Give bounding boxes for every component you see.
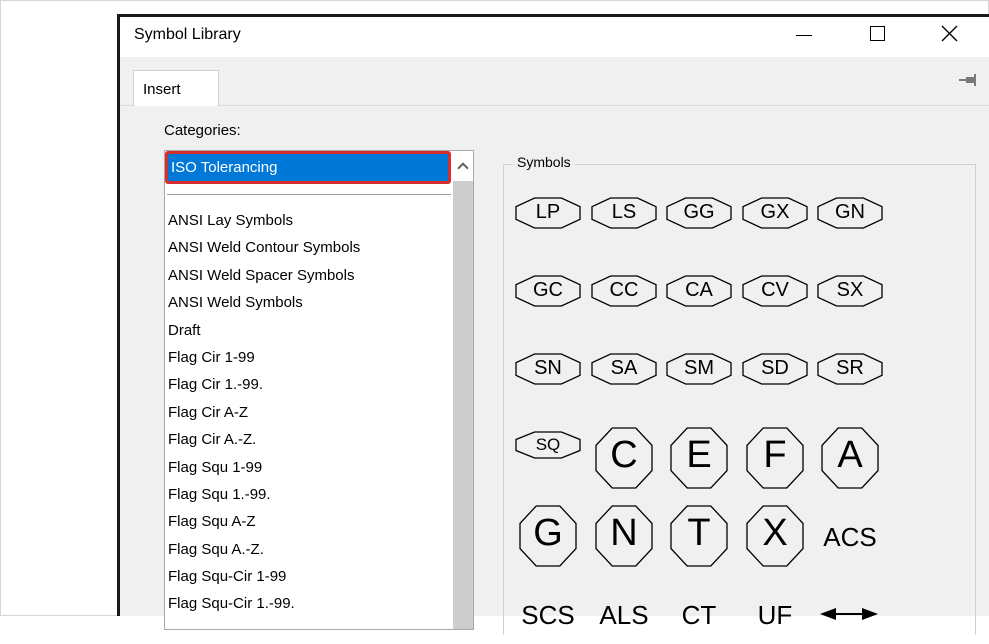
symbol-ct[interactable]: CT xyxy=(667,584,731,644)
symbol-sm[interactable]: SM xyxy=(666,352,732,412)
symbol-t[interactable]: T xyxy=(667,505,731,567)
symbol-double-arrow[interactable] xyxy=(818,584,882,644)
symbol-label: SQ xyxy=(535,435,561,454)
symbol-scs[interactable]: SCS xyxy=(516,584,580,644)
close-button[interactable] xyxy=(926,17,972,53)
category-list-item[interactable]: Flag Squ-Cir 1.-99. xyxy=(168,590,452,617)
symbol-gc[interactable]: GC xyxy=(515,274,581,334)
tab-insert[interactable]: Insert xyxy=(133,70,219,106)
pin-icon[interactable] xyxy=(957,71,979,89)
list-separator xyxy=(167,194,451,195)
symbol-label: LS xyxy=(611,201,637,223)
symbols-grid: LP LS GG GX GN GC CC CA CV SX SN SA SM SD SR SQ C E F A G N T X… xyxy=(515,196,936,630)
category-list-item[interactable]: Flag Cir 1-99 xyxy=(168,344,452,371)
category-list-item[interactable]: Flag Cir 1.-99. xyxy=(168,371,452,398)
symbol-label: LP xyxy=(535,201,561,223)
symbol-ca[interactable]: CA xyxy=(666,274,732,334)
window-title: Symbol Library xyxy=(134,26,241,43)
symbol-label: N xyxy=(610,512,638,554)
category-list-item[interactable]: ANSI Weld Spacer Symbols xyxy=(168,262,452,289)
symbol-library-window: Symbol Library Insert Categories: ISO To… xyxy=(117,14,989,635)
symbol-g[interactable]: G xyxy=(516,505,580,567)
symbol-lp[interactable]: LP xyxy=(515,196,581,256)
scroll-up-button[interactable] xyxy=(453,151,473,181)
symbol-label: SM xyxy=(684,357,714,379)
category-list-item[interactable]: ANSI Weld Symbols xyxy=(168,289,452,316)
symbol-x[interactable]: X xyxy=(743,505,807,567)
symbol-label: SX xyxy=(836,279,864,301)
symbol-label: SD xyxy=(761,357,789,379)
symbol-als[interactable]: ALS xyxy=(592,584,656,644)
symbol-ls[interactable]: LS xyxy=(591,196,657,256)
list-scrollbar[interactable] xyxy=(453,151,473,629)
symbol-label: ACS xyxy=(823,522,877,552)
category-list-item[interactable]: Flag Cir A-Z xyxy=(168,399,452,426)
category-list-item[interactable]: Flag Squ A-Z xyxy=(168,508,452,535)
symbol-label: CA xyxy=(685,279,713,301)
symbol-sx[interactable]: SX xyxy=(817,274,883,334)
symbol-label: F xyxy=(763,434,787,476)
minimize-button[interactable] xyxy=(780,17,826,53)
symbol-sn[interactable]: SN xyxy=(515,352,581,412)
symbol-gg[interactable]: GG xyxy=(666,196,732,256)
category-list-item[interactable]: Flag Squ 1-99 xyxy=(168,454,452,481)
symbol-sd[interactable]: SD xyxy=(742,352,808,412)
symbol-label: CV xyxy=(761,279,789,301)
symbol-label: G xyxy=(533,512,563,554)
symbol-label: E xyxy=(686,434,712,476)
symbol-sq[interactable]: SQ xyxy=(515,428,581,488)
symbol-label: CC xyxy=(609,279,639,301)
close-icon xyxy=(941,25,958,42)
category-items: ANSI Lay Symbols ANSI Weld Contour Symbol… xyxy=(168,207,452,618)
symbol-gn[interactable]: GN xyxy=(817,196,883,256)
category-list-item[interactable]: Draft xyxy=(168,317,452,344)
symbol-acs[interactable]: ACS xyxy=(818,506,882,566)
categories-label: Categories: xyxy=(164,122,241,139)
symbol-label: C xyxy=(610,434,638,476)
symbol-label: A xyxy=(837,434,863,476)
tab-label: Insert xyxy=(143,81,181,98)
symbol-label: GX xyxy=(760,201,790,223)
symbol-label: X xyxy=(762,512,788,554)
symbol-cc[interactable]: CC xyxy=(591,274,657,334)
symbol-label: SA xyxy=(610,357,638,379)
symbols-group-label: Symbols xyxy=(513,154,575,170)
category-list-item[interactable]: Flag Squ A.-Z. xyxy=(168,536,452,563)
category-list-item[interactable]: Flag Squ 1.-99. xyxy=(168,481,452,508)
categories-list[interactable]: ISO Tolerancing ANSI Lay Symbols ANSI Wel… xyxy=(164,150,474,630)
categories-selected-item[interactable]: ISO Tolerancing xyxy=(165,151,451,184)
symbol-sr[interactable]: SR xyxy=(817,352,883,412)
selected-item-label: ISO Tolerancing xyxy=(171,159,278,176)
symbol-a[interactable]: A xyxy=(818,427,882,489)
symbol-label: GC xyxy=(533,279,563,301)
title-bar[interactable]: Symbol Library xyxy=(120,17,989,57)
symbol-f[interactable]: F xyxy=(743,427,807,489)
category-list-item[interactable]: ANSI Weld Contour Symbols xyxy=(168,234,452,261)
category-list-item[interactable]: ANSI Lay Symbols xyxy=(168,207,452,234)
symbol-label: T xyxy=(687,512,711,554)
insert-panel: Categories: ISO Tolerancing ANSI Lay Sym… xyxy=(120,106,989,635)
symbol-sa[interactable]: SA xyxy=(591,352,657,412)
symbol-label: GN xyxy=(835,201,865,223)
symbol-label: SR xyxy=(836,357,864,379)
symbol-uf[interactable]: UF xyxy=(743,584,807,644)
double-arrow-icon xyxy=(820,608,878,620)
symbol-label: SN xyxy=(534,357,562,379)
maximize-button[interactable] xyxy=(855,17,901,53)
symbol-c[interactable]: C xyxy=(592,427,656,489)
category-list-item[interactable]: Flag Squ-Cir 1-99 xyxy=(168,563,452,590)
symbol-label: GG xyxy=(683,201,715,223)
symbol-e[interactable]: E xyxy=(667,427,731,489)
category-list-item[interactable]: Flag Cir A.-Z. xyxy=(168,426,452,453)
symbol-gx[interactable]: GX xyxy=(742,196,808,256)
tab-strip: Insert xyxy=(120,57,989,106)
symbol-n[interactable]: N xyxy=(592,505,656,567)
symbol-cv[interactable]: CV xyxy=(742,274,808,334)
